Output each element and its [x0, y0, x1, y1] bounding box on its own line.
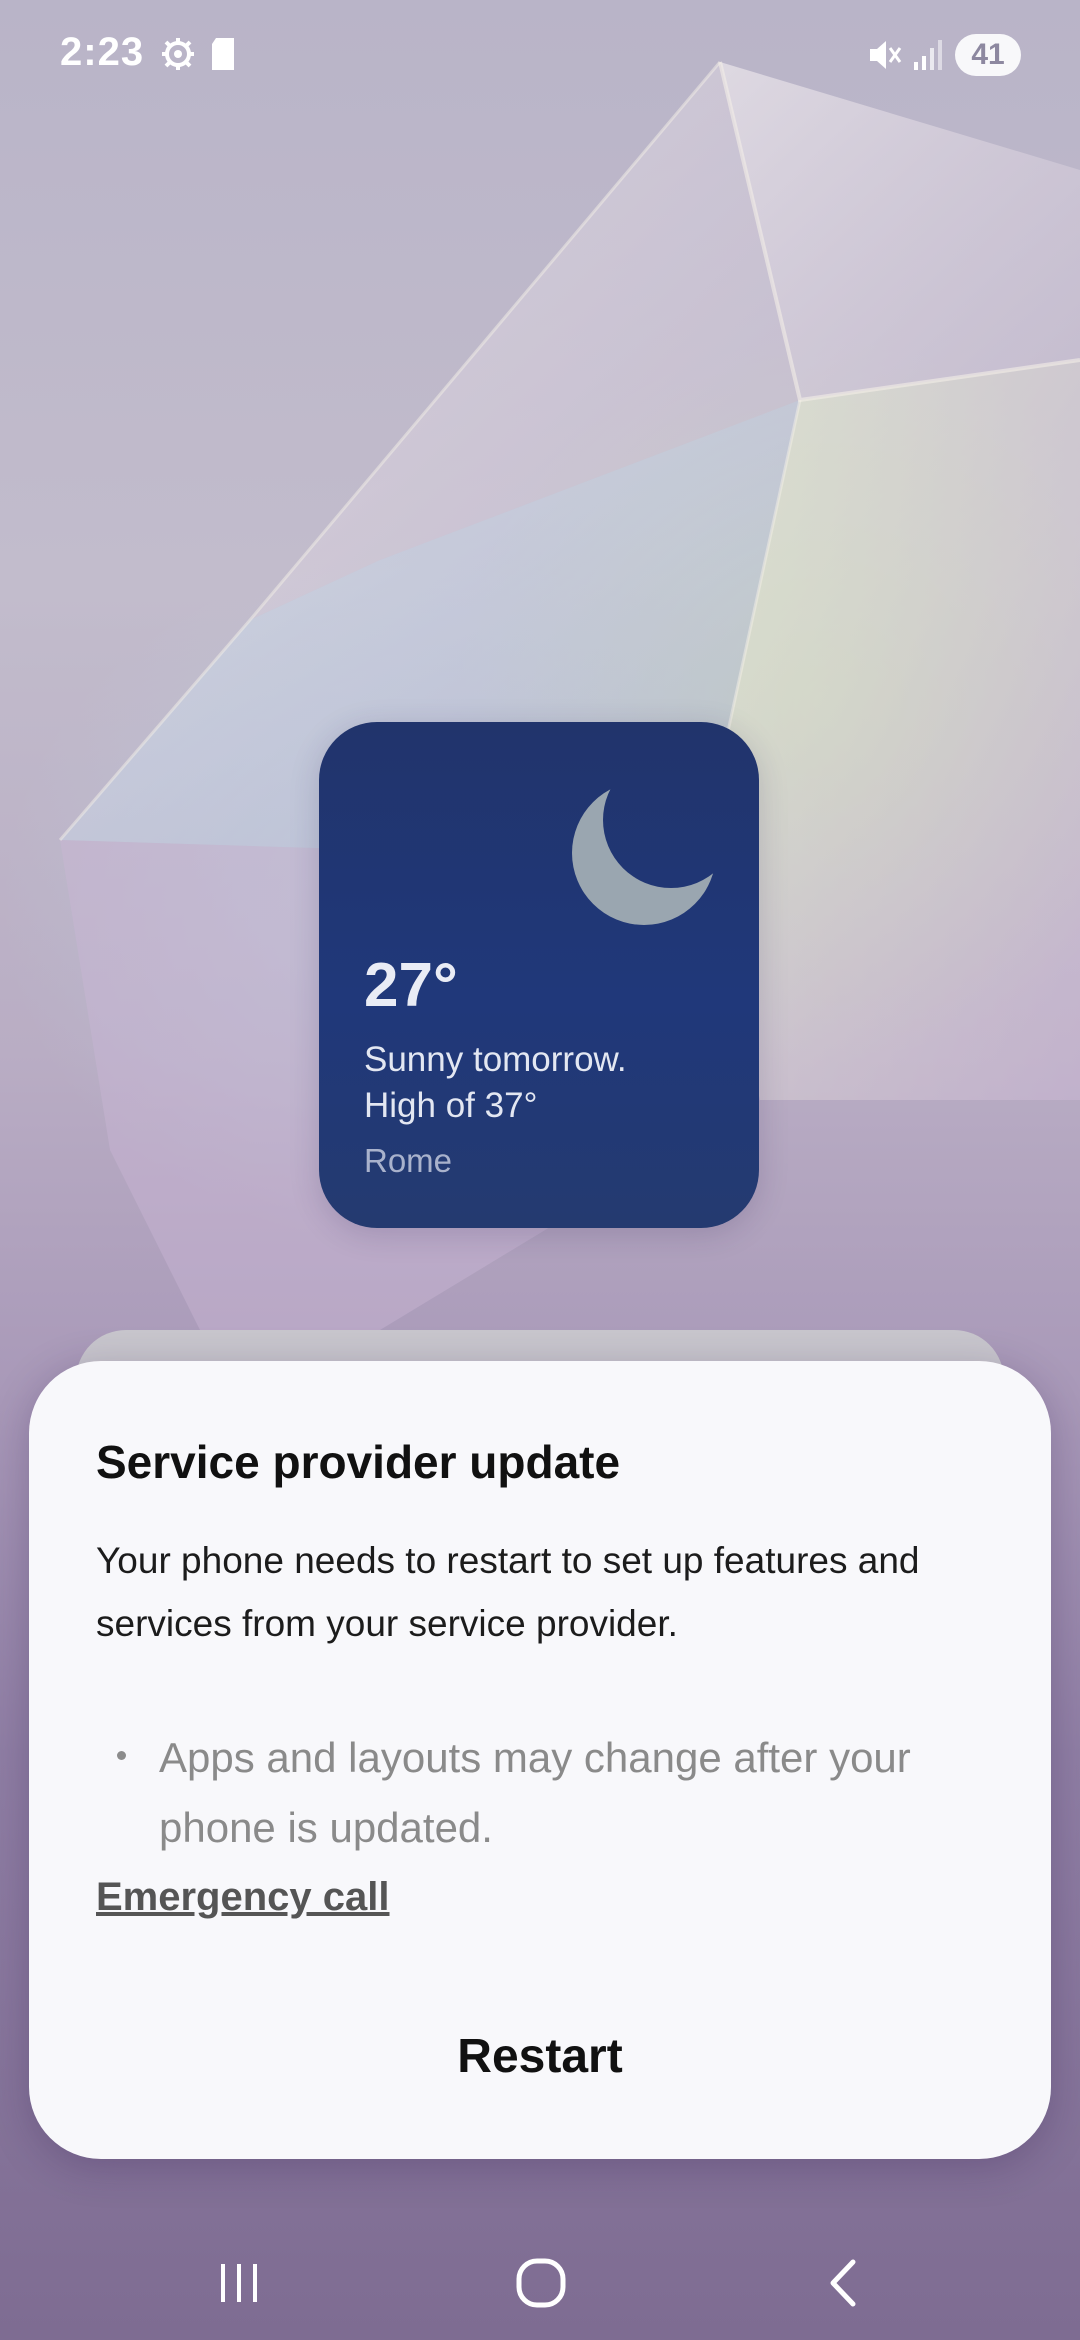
- battery-icon: 41: [955, 34, 1021, 76]
- recent-apps-icon: [221, 2264, 257, 2302]
- mute-icon: [870, 41, 902, 69]
- moon-icon: [572, 781, 716, 925]
- restart-button[interactable]: Restart: [340, 2021, 740, 2091]
- widget-temperature: 27°: [364, 951, 458, 1020]
- dialog-bullet-text: Apps and layouts may change after your p…: [159, 1734, 911, 1851]
- settings-icon: [162, 38, 194, 70]
- update-dialog: Service provider update Your phone needs…: [29, 1361, 1051, 2159]
- widget-forecast-line2: High of 37°: [364, 1086, 538, 1125]
- dialog-body: Your phone needs to restart to set up fe…: [96, 1540, 920, 1644]
- dialog-title: Service provider update: [96, 1436, 621, 1488]
- sd-card-icon: [212, 38, 234, 70]
- status-time: 2:23: [60, 30, 145, 74]
- weather-widget[interactable]: 27° Sunny tomorrow. High of 37° Rome: [319, 722, 759, 1228]
- back-button[interactable]: [798, 2248, 888, 2318]
- navigation-bar: [0, 2218, 1080, 2340]
- status-bar: 2:23 41: [0, 0, 1080, 112]
- widget-city: Rome: [364, 1142, 453, 1179]
- back-icon: [830, 2259, 856, 2307]
- widget-forecast-line1: Sunny tomorrow.: [364, 1040, 627, 1079]
- signal-icon: [914, 40, 942, 70]
- recent-apps-button[interactable]: [194, 2248, 284, 2318]
- emergency-call-link[interactable]: Emergency call: [96, 1875, 390, 1920]
- bullet-dot-icon: [117, 1751, 126, 1760]
- home-icon: [516, 2258, 566, 2308]
- home-button[interactable]: [496, 2248, 586, 2318]
